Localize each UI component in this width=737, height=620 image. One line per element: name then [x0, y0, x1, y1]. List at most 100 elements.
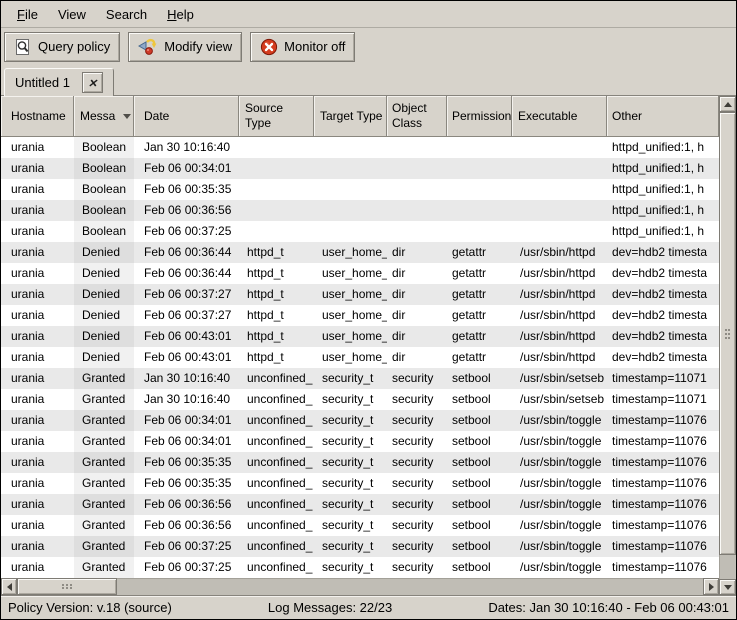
- cell-other: dev=hdb2 timesta: [607, 263, 719, 284]
- log-row[interactable]: uraniaDeniedFeb 06 00:36:44httpd_tuser_h…: [1, 242, 719, 263]
- cell-hostname: urania: [1, 158, 74, 179]
- cell-executable: /usr/sbin/httpd: [512, 305, 607, 326]
- menubar: FileViewSearchHelp: [1, 1, 736, 28]
- v-scroll-thumb[interactable]: [719, 112, 736, 555]
- cell-date: Jan 30 10:16:40: [134, 389, 239, 410]
- cell-hostname: urania: [1, 389, 74, 410]
- log-row[interactable]: uraniaGrantedFeb 06 00:36:56unconfined_s…: [1, 515, 719, 536]
- log-row[interactable]: uraniaGrantedFeb 06 00:35:35unconfined_s…: [1, 452, 719, 473]
- cell-permission: [447, 179, 512, 200]
- cell-target_type: security_t: [314, 431, 387, 452]
- column-header-permission[interactable]: Permission: [447, 96, 512, 137]
- cell-message: Granted: [74, 515, 134, 536]
- cell-source_type: httpd_t: [239, 305, 314, 326]
- scroll-down-button[interactable]: [719, 579, 736, 595]
- modify-view-button[interactable]: Modify view: [128, 32, 242, 62]
- cell-object_class: security: [387, 431, 447, 452]
- log-row[interactable]: uraniaBooleanFeb 06 00:34:01httpd_unifie…: [1, 158, 719, 179]
- cell-object_class: [387, 200, 447, 221]
- cell-other: httpd_unified:1, h: [607, 158, 719, 179]
- scroll-left-button[interactable]: [1, 578, 17, 595]
- cell-executable: [512, 221, 607, 242]
- log-row[interactable]: uraniaGrantedJan 30 10:16:40unconfined_s…: [1, 389, 719, 410]
- cell-permission: [447, 137, 512, 158]
- column-header-other[interactable]: Other: [607, 96, 719, 137]
- log-row[interactable]: uraniaBooleanFeb 06 00:36:56httpd_unifie…: [1, 200, 719, 221]
- cell-source_type: unconfined_: [239, 557, 314, 578]
- cell-hostname: urania: [1, 452, 74, 473]
- tab-close-button[interactable]: [82, 72, 103, 93]
- cell-executable: /usr/sbin/httpd: [512, 284, 607, 305]
- column-header-source-type[interactable]: Source Type: [239, 96, 314, 137]
- cell-target_type: [314, 158, 387, 179]
- log-row[interactable]: uraniaGrantedFeb 06 00:35:35unconfined_s…: [1, 473, 719, 494]
- cell-object_class: dir: [387, 305, 447, 326]
- column-header-hostname[interactable]: Hostname: [1, 96, 74, 137]
- cell-executable: /usr/sbin/toggle: [512, 473, 607, 494]
- policy-version-text: Policy Version: v.18 (source): [8, 600, 172, 615]
- column-header-date[interactable]: Date: [134, 96, 239, 137]
- cell-object_class: dir: [387, 242, 447, 263]
- column-header-object-class[interactable]: Object Class: [387, 96, 447, 137]
- cell-target_type: security_t: [314, 473, 387, 494]
- scroll-right-button[interactable]: [703, 578, 719, 595]
- log-row[interactable]: uraniaDeniedFeb 06 00:37:27httpd_tuser_h…: [1, 284, 719, 305]
- cell-source_type: unconfined_: [239, 368, 314, 389]
- menu-item-search[interactable]: Search: [96, 4, 157, 25]
- cell-date: Feb 06 00:35:35: [134, 473, 239, 494]
- column-header-messa[interactable]: Messa: [74, 96, 134, 137]
- v-scrollbar: [719, 96, 736, 595]
- cell-hostname: urania: [1, 137, 74, 158]
- log-row[interactable]: uraniaGrantedFeb 06 00:37:25unconfined_s…: [1, 536, 719, 557]
- cell-permission: setbool: [447, 494, 512, 515]
- menu-item-file[interactable]: File: [7, 4, 48, 25]
- cell-hostname: urania: [1, 410, 74, 431]
- log-row[interactable]: uraniaDeniedFeb 06 00:36:44httpd_tuser_h…: [1, 263, 719, 284]
- cell-date: Feb 06 00:43:01: [134, 347, 239, 368]
- cell-object_class: security: [387, 473, 447, 494]
- cell-object_class: security: [387, 410, 447, 431]
- cell-permission: getattr: [447, 242, 512, 263]
- menu-item-view[interactable]: View: [48, 4, 96, 25]
- table-body: uraniaBooleanJan 30 10:16:40httpd_unifie…: [1, 137, 719, 578]
- cell-target_type: security_t: [314, 410, 387, 431]
- dates-text: Dates: Jan 30 10:16:40 - Feb 06 00:43:01: [488, 600, 729, 615]
- log-row[interactable]: uraniaDeniedFeb 06 00:43:01httpd_tuser_h…: [1, 347, 719, 368]
- log-row[interactable]: uraniaBooleanJan 30 10:16:40httpd_unifie…: [1, 137, 719, 158]
- cell-source_type: httpd_t: [239, 347, 314, 368]
- cell-object_class: dir: [387, 263, 447, 284]
- log-row[interactable]: uraniaBooleanFeb 06 00:35:35httpd_unifie…: [1, 179, 719, 200]
- cell-other: timestamp=11076: [607, 536, 719, 557]
- query-policy-button[interactable]: Query policy: [4, 32, 120, 62]
- scroll-up-button[interactable]: [719, 96, 736, 112]
- log-row[interactable]: uraniaGrantedFeb 06 00:36:56unconfined_s…: [1, 494, 719, 515]
- cell-target_type: user_home_: [314, 284, 387, 305]
- cell-object_class: security: [387, 515, 447, 536]
- h-scroll-thumb[interactable]: [17, 578, 117, 595]
- log-row[interactable]: uraniaDeniedFeb 06 00:43:01httpd_tuser_h…: [1, 326, 719, 347]
- cell-target_type: user_home_: [314, 242, 387, 263]
- column-header-executable[interactable]: Executable: [512, 96, 607, 137]
- tab-untitled-1[interactable]: Untitled 1: [4, 68, 114, 96]
- menu-item-help[interactable]: Help: [157, 4, 204, 25]
- cell-other: timestamp=11076: [607, 557, 719, 578]
- cell-source_type: [239, 179, 314, 200]
- log-row[interactable]: uraniaGrantedFeb 06 00:34:01unconfined_s…: [1, 410, 719, 431]
- cell-date: Jan 30 10:16:40: [134, 368, 239, 389]
- column-header-label: Other: [612, 109, 642, 124]
- log-row[interactable]: uraniaDeniedFeb 06 00:37:27httpd_tuser_h…: [1, 305, 719, 326]
- cell-other: dev=hdb2 timesta: [607, 326, 719, 347]
- cell-target_type: security_t: [314, 389, 387, 410]
- log-row[interactable]: uraniaGrantedFeb 06 00:34:01unconfined_s…: [1, 431, 719, 452]
- log-row[interactable]: uraniaGrantedJan 30 10:16:40unconfined_s…: [1, 368, 719, 389]
- cell-source_type: unconfined_: [239, 410, 314, 431]
- query-policy-label: Query policy: [38, 39, 110, 54]
- column-header-target-type[interactable]: Target Type: [314, 96, 387, 137]
- log-row[interactable]: uraniaGrantedFeb 06 00:37:25unconfined_s…: [1, 557, 719, 578]
- cell-object_class: security: [387, 368, 447, 389]
- cell-other: dev=hdb2 timesta: [607, 305, 719, 326]
- monitor-off-button[interactable]: Monitor off: [250, 32, 355, 62]
- cell-permission: setbool: [447, 536, 512, 557]
- log-row[interactable]: uraniaBooleanFeb 06 00:37:25httpd_unifie…: [1, 221, 719, 242]
- column-header-label: Date: [144, 109, 169, 124]
